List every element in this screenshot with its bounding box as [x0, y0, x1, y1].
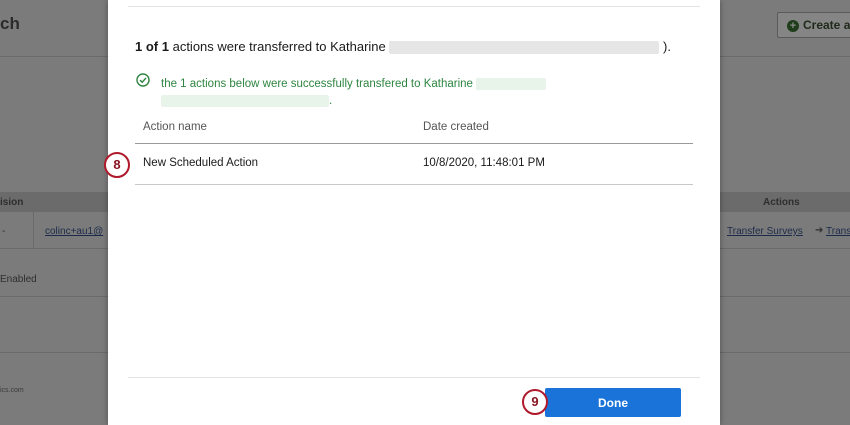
table-row: New Scheduled Action 10/8/2020, 11:48:01… — [135, 144, 693, 185]
redacted-email — [389, 41, 660, 55]
create-button[interactable]: + Create a — [777, 12, 850, 38]
redacted-name — [476, 77, 547, 90]
arrow-right-icon: ➔ — [815, 225, 824, 236]
dialog-heading: 1 of 1 actions were transferred to Katha… — [135, 39, 671, 55]
date-created-cell: 10/8/2020, 11:48:01 PM — [423, 157, 545, 169]
transfer-surveys-link[interactable]: Transfer Surveys — [727, 226, 803, 237]
step-badge: 9 — [522, 389, 548, 415]
table-header-row: Action name Date created — [135, 113, 693, 144]
actions-table: Action name Date created New Scheduled A… — [135, 113, 693, 185]
step-badge: 8 — [104, 152, 130, 178]
column-separator — [33, 212, 34, 248]
transfer-count: 1 of 1 — [135, 39, 169, 54]
status-text: Enabled — [0, 274, 37, 285]
check-circle-icon — [136, 73, 150, 87]
divider — [128, 377, 700, 378]
footer-text: ics.com — [0, 387, 24, 394]
column-header-action-name: Action name — [143, 121, 207, 133]
table-cell: - — [2, 226, 6, 237]
heading-text: actions were transferred to Katharine — [172, 39, 386, 54]
done-button[interactable]: Done — [545, 388, 681, 417]
success-message-end: . — [329, 95, 333, 107]
success-message: the 1 actions below were successfully tr… — [161, 76, 591, 110]
column-header-actions: Actions — [763, 197, 800, 208]
plus-icon: + — [787, 20, 799, 32]
column-header-vision: ision — [0, 197, 24, 208]
user-email-link[interactable]: colinc+au1@ — [45, 226, 103, 237]
heading-suffix: ). — [663, 39, 671, 54]
create-button-label: Create a — [803, 18, 850, 32]
redacted-email — [161, 94, 329, 107]
transfer-results-dialog: 1 of 1 actions were transferred to Katha… — [108, 0, 720, 425]
transfer-link[interactable]: Trans — [826, 226, 850, 237]
success-message-text: the 1 actions below were successfully tr… — [161, 78, 473, 90]
action-name-cell: New Scheduled Action — [143, 157, 259, 169]
divider — [128, 6, 700, 7]
page-title: ch — [0, 14, 20, 33]
column-header-date-created: Date created — [423, 121, 489, 133]
